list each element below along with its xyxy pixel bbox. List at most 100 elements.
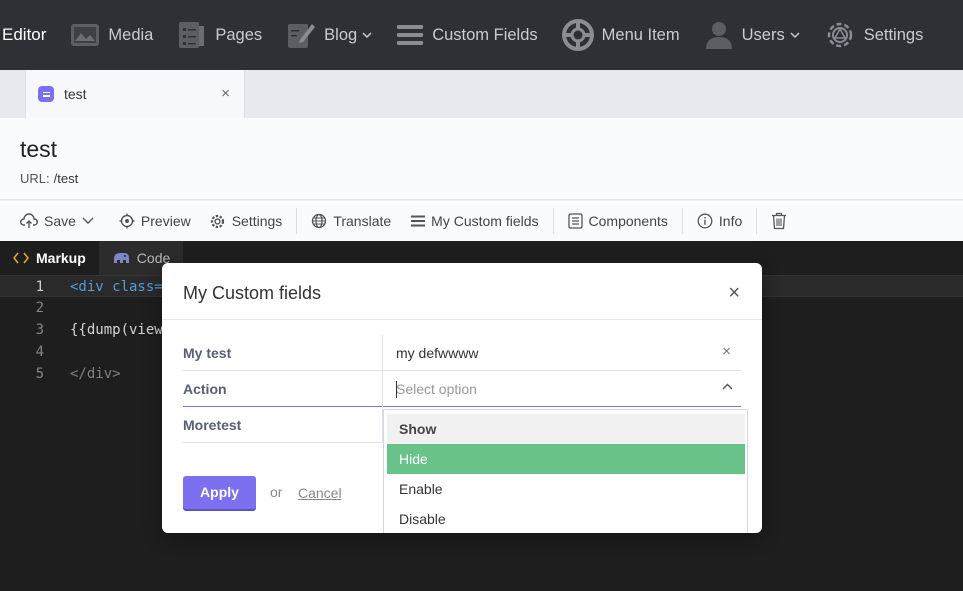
- code-text: <div class=: [70, 279, 163, 295]
- text-cursor: [396, 381, 397, 398]
- upload-icon: [20, 213, 38, 228]
- nav-item-settings[interactable]: Settings: [824, 19, 924, 51]
- nav-brand[interactable]: Editor: [2, 25, 46, 45]
- apply-button[interactable]: Apply: [183, 476, 256, 509]
- option-hide[interactable]: Hide: [387, 444, 745, 474]
- save-label: Save: [44, 213, 76, 229]
- settings-button[interactable]: Settings: [209, 213, 283, 230]
- media-icon: [71, 24, 100, 46]
- list-icon: [411, 215, 426, 227]
- custom-fields-icon: [397, 25, 424, 45]
- close-icon[interactable]: ×: [728, 282, 740, 305]
- tab-markup[interactable]: Markup: [0, 241, 99, 275]
- editor-tabs: Markup Code: [0, 241, 184, 275]
- nav-label-users: Users: [741, 25, 785, 44]
- nav-item-users[interactable]: Users: [704, 20, 800, 50]
- tab-label: test: [64, 86, 87, 102]
- info-label: Info: [718, 213, 743, 229]
- nav-item-menu-item[interactable]: Menu Item: [561, 19, 680, 51]
- preview-label: Preview: [140, 213, 191, 229]
- chevron-down-icon: [362, 31, 372, 38]
- nav-item-custom-fields[interactable]: Custom Fields: [396, 23, 538, 47]
- document-tabs: test ×: [0, 70, 963, 118]
- custom-fields-button[interactable]: My Custom fields: [411, 213, 539, 229]
- line-number: 5: [35, 366, 44, 382]
- cancel-link[interactable]: Cancel: [298, 485, 342, 501]
- line-number: 3: [35, 322, 44, 338]
- field-label: Action: [183, 381, 227, 397]
- globe-icon: [312, 213, 327, 229]
- code-brackets-icon: [13, 252, 29, 264]
- menu-item-icon: [561, 19, 594, 51]
- page-header: test URL:/test: [0, 118, 963, 200]
- save-button[interactable]: Save: [20, 213, 94, 229]
- custom-fields-label: My Custom fields: [431, 213, 539, 229]
- page-icon: [38, 86, 54, 102]
- option-disable[interactable]: Disable: [387, 504, 745, 533]
- pages-icon: [179, 22, 205, 48]
- nav-item-pages[interactable]: Pages: [177, 20, 262, 50]
- components-label: Components: [588, 213, 668, 229]
- page-title: test: [20, 136, 58, 162]
- nav-label-blog: Blog: [324, 25, 358, 44]
- or-text: or: [270, 484, 283, 500]
- nav-label-settings: Settings: [863, 25, 924, 44]
- url-value: /test: [53, 171, 79, 186]
- settings-label: Settings: [231, 213, 283, 229]
- gear-icon: [210, 214, 224, 228]
- components-icon: [567, 213, 583, 229]
- components-button[interactable]: Components: [567, 213, 668, 229]
- option-show[interactable]: Show: [387, 414, 745, 444]
- line-number: 2: [35, 300, 44, 316]
- toolbar-divider: [296, 208, 298, 234]
- php-elephant-icon: [113, 253, 129, 263]
- nav-item-media[interactable]: Media: [70, 21, 153, 49]
- nav-label-custom-fields: Custom Fields: [432, 25, 538, 44]
- chevron-down-icon[interactable]: [82, 217, 94, 225]
- field-label: Moretest: [183, 417, 242, 433]
- tab-markup-label: Markup: [36, 250, 86, 266]
- nav-item-blog[interactable]: Blog: [286, 20, 372, 50]
- field-row-my-test: My test my defwwww ×: [183, 335, 741, 371]
- select-placeholder: Select option: [396, 381, 477, 397]
- option-enable[interactable]: Enable: [387, 474, 745, 504]
- preview-button[interactable]: Preview: [119, 213, 191, 229]
- page-url: URL:/test: [20, 171, 78, 186]
- translate-button[interactable]: Translate: [311, 213, 391, 229]
- delete-button[interactable]: [771, 212, 793, 230]
- code-text: </div>: [70, 366, 121, 382]
- nav-label-pages: Pages: [215, 25, 263, 44]
- toolbar-divider: [552, 208, 554, 234]
- settings-icon: [827, 22, 852, 48]
- nav-label-media: Media: [108, 25, 154, 44]
- action-select[interactable]: Select option: [382, 371, 741, 407]
- chevron-up-icon[interactable]: [722, 383, 733, 390]
- users-icon: [705, 22, 732, 49]
- top-nav: Editor Media Pages Blog Custom Fields Me…: [0, 0, 963, 70]
- preview-icon: [119, 213, 135, 229]
- field-value: my defwwww: [396, 345, 479, 361]
- action-dropdown: Show Hide Enable Disable: [383, 409, 748, 533]
- line-number: 4: [35, 344, 44, 360]
- info-button[interactable]: Info: [697, 213, 742, 229]
- code-text: {{dump(view: [70, 322, 163, 338]
- field-label: My test: [183, 345, 232, 361]
- close-icon[interactable]: ×: [221, 85, 230, 102]
- url-label: URL:: [20, 171, 50, 186]
- translate-label: Translate: [333, 213, 392, 229]
- toolbar: Save Preview Settings Translate My Custo…: [0, 201, 963, 241]
- my-test-input[interactable]: my defwwww ×: [382, 335, 741, 371]
- chevron-down-icon: [790, 31, 800, 38]
- trash-icon: [772, 212, 787, 230]
- line-number: 1: [35, 279, 44, 295]
- modal-title: My Custom fields: [183, 283, 322, 303]
- toolbar-divider: [756, 208, 758, 234]
- info-icon: [697, 213, 713, 229]
- blog-icon: [288, 24, 316, 48]
- clear-icon[interactable]: ×: [722, 343, 731, 360]
- nav-label-menu-item: Menu Item: [601, 25, 680, 44]
- modal-divider: [162, 319, 762, 320]
- field-row-action: Action Select option: [183, 371, 741, 407]
- toolbar-divider: [681, 208, 683, 234]
- tab-test[interactable]: test ×: [25, 70, 245, 118]
